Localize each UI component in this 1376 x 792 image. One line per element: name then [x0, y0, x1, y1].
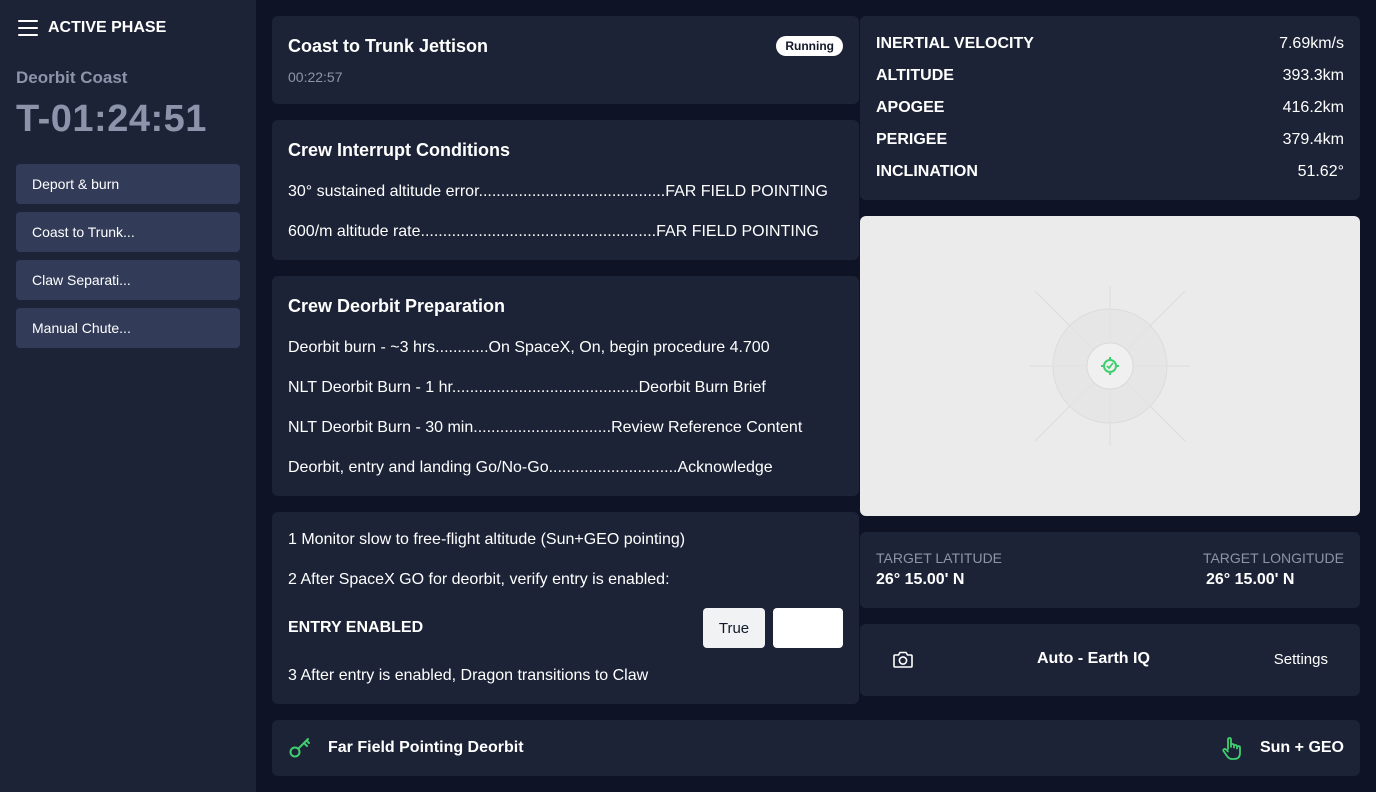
- telemetry-value: 51.62°: [1297, 163, 1344, 180]
- entry-true-button[interactable]: True: [703, 608, 765, 648]
- telemetry-value: 7.69km/s: [1279, 35, 1344, 52]
- procedure-elapsed-time: 00:22:57: [288, 69, 343, 85]
- prep-line: NLT Deorbit Burn - 30 min...............…: [288, 419, 803, 436]
- prep-line: Deorbit, entry and landing Go/No-Go.....…: [288, 459, 773, 476]
- telemetry-label: INCLINATION: [876, 163, 978, 180]
- interrupt-line: 600/m altitude rate.....................…: [288, 223, 819, 240]
- telemetry-card: INERTIAL VELOCITY 7.69km/s ALTITUDE 393.…: [860, 16, 1360, 200]
- sidebar: ACTIVE PHASE Deorbit Coast T-01:24:51 De…: [0, 0, 256, 792]
- target-latitude-value: 26° 15.00' N: [876, 571, 965, 588]
- camera-settings-button[interactable]: Settings: [1274, 651, 1328, 668]
- target-coordinates-card: TARGET LATITUDE 26° 15.00' N TARGET LONG…: [860, 532, 1360, 608]
- countdown-timer: T-01:24:51: [16, 98, 207, 140]
- prep-line: Deorbit burn - ~3 hrs............On Spac…: [288, 339, 770, 356]
- prep-line: NLT Deorbit Burn - 1 hr.................…: [288, 379, 766, 396]
- telemetry-row-perigee: PERIGEE 379.4km: [876, 131, 1344, 155]
- phase-nav-list: Deport & burn Coast to Trunk... Claw Sep…: [16, 164, 240, 356]
- nav-item-coast-to-trunk[interactable]: Coast to Trunk...: [16, 212, 240, 252]
- pointing-view[interactable]: [860, 216, 1360, 516]
- phase-name: Deorbit Coast: [16, 68, 128, 87]
- crew-interrupt-card: Crew Interrupt Conditions 30° sustained …: [272, 120, 859, 260]
- status-badge: Running: [776, 36, 843, 56]
- target-longitude-label: TARGET LONGITUDE: [1202, 550, 1344, 566]
- step-1: 1 Monitor slow to free-flight altitude (…: [288, 531, 686, 548]
- nav-item-claw-separation[interactable]: Claw Separati...: [16, 260, 240, 300]
- pointing-mode-label: Far Field Pointing Deorbit: [328, 739, 524, 756]
- telemetry-row-inertial-velocity: INERTIAL VELOCITY 7.69km/s: [876, 35, 1344, 59]
- key-icon: [289, 738, 310, 758]
- procedure-steps-card: 1 Monitor slow to free-flight altitude (…: [272, 512, 859, 704]
- telemetry-label: ALTITUDE: [876, 67, 954, 84]
- target-mode-label: Sun + GEO: [1259, 739, 1344, 756]
- hand-pointer-icon: [1222, 737, 1241, 760]
- crew-interrupt-title: Crew Interrupt Conditions: [288, 140, 510, 160]
- target-latitude-label: TARGET LATITUDE: [876, 550, 1003, 566]
- procedure-title: Coast to Trunk Jettison: [288, 36, 489, 56]
- pointing-mode-footer: Far Field Pointing Deorbit Sun + GEO: [272, 720, 1360, 776]
- nav-item-deport-burn[interactable]: Deport & burn: [16, 164, 240, 204]
- telemetry-label: INERTIAL VELOCITY: [876, 35, 1034, 52]
- interrupt-line: 30° sustained altitude error............…: [288, 183, 828, 200]
- telemetry-value: 379.4km: [1282, 131, 1344, 148]
- nav-item-manual-chute[interactable]: Manual Chute...: [16, 308, 240, 348]
- entry-enabled-label: ENTRY ENABLED: [288, 619, 424, 636]
- step-3: 3 After entry is enabled, Dragon transit…: [288, 667, 649, 684]
- telemetry-label: PERIGEE: [876, 131, 948, 148]
- camera-card: Auto - Earth IQ Settings: [860, 624, 1360, 696]
- menu-icon[interactable]: [18, 20, 38, 36]
- step-2: 2 After SpaceX GO for deorbit, verify en…: [288, 571, 670, 588]
- telemetry-value: 393.3km: [1282, 67, 1344, 84]
- target-compass-icon: [1101, 357, 1119, 375]
- procedure-header-card: Coast to Trunk Jettison 00:22:57 Running: [272, 16, 859, 104]
- camera-icon[interactable]: [892, 650, 914, 670]
- camera-mode: Auto - Earth IQ: [1037, 650, 1150, 667]
- crew-deorbit-prep-title: Crew Deorbit Preparation: [288, 296, 506, 316]
- entry-false-button[interactable]: [773, 608, 843, 648]
- telemetry-label: APOGEE: [876, 99, 945, 116]
- telemetry-row-apogee: APOGEE 416.2km: [876, 99, 1344, 123]
- target-longitude-value: 26° 15.00' N: [1206, 571, 1295, 588]
- telemetry-value: 416.2km: [1282, 99, 1344, 116]
- telemetry-row-inclination: INCLINATION 51.62°: [876, 163, 1344, 187]
- crew-deorbit-prep-card: Crew Deorbit Preparation Deorbit burn - …: [272, 276, 859, 496]
- sidebar-title: ACTIVE PHASE: [48, 19, 167, 36]
- telemetry-row-altitude: ALTITUDE 393.3km: [876, 67, 1344, 91]
